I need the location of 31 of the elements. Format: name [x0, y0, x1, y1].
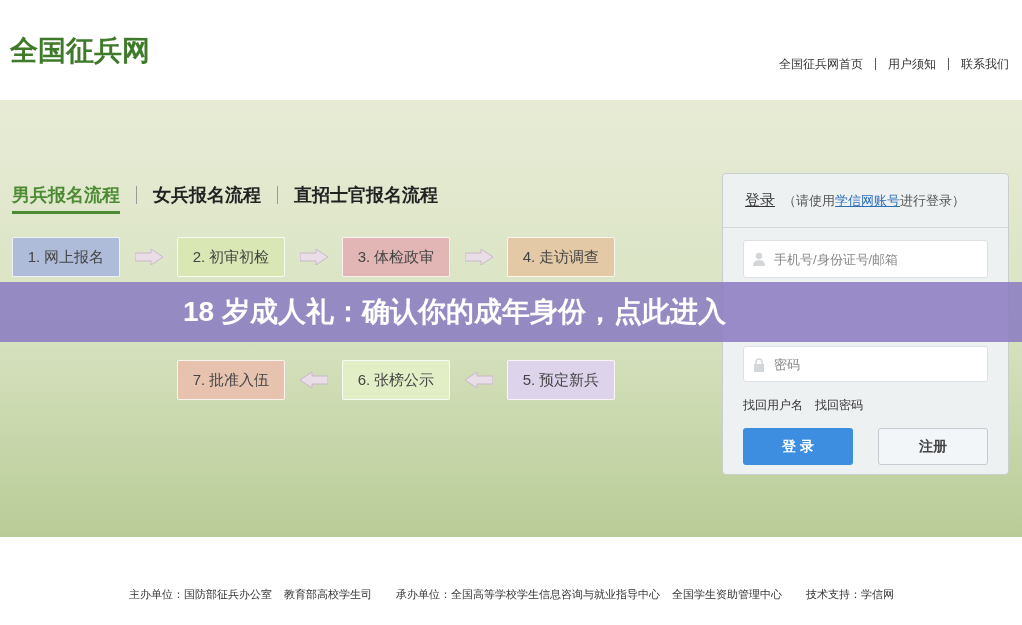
password-field[interactable]: 密码 — [743, 346, 988, 382]
recover-link[interactable]: 找回密码 — [815, 396, 863, 414]
step-box: 4. 走访调查 — [507, 237, 615, 277]
recover-link[interactable]: 找回用户名 — [743, 396, 803, 414]
nav-link[interactable]: 联系我们 — [961, 55, 1009, 73]
step-box: 2. 初审初检 — [177, 237, 285, 277]
login-title: 登录 — [745, 190, 775, 211]
arrow-icon — [464, 249, 493, 265]
arrow-icon — [299, 372, 328, 388]
register-button[interactable]: 注册 — [878, 428, 988, 465]
account-link[interactable]: 学信网账号 — [835, 192, 900, 208]
step-box: 5. 预定新兵 — [507, 360, 615, 400]
footer-text: 全国学生资助管理中心 — [671, 587, 782, 602]
username-field[interactable]: 手机号/身份证号/邮箱 — [743, 240, 988, 278]
step-box: 6. 张榜公示 — [342, 360, 450, 400]
step-box: 3. 体检政审 — [342, 237, 450, 277]
site-logo[interactable]: 全国征兵网 — [10, 34, 150, 68]
nav-link[interactable]: 用户须知 — [888, 55, 936, 73]
arrow-icon — [134, 249, 163, 265]
footer-text: 教育部高校学生司 — [283, 587, 372, 602]
arrow-icon — [299, 249, 328, 265]
nav-link[interactable]: 全国征兵网首页 — [779, 55, 863, 73]
footer-text: 主办单位：国防部征兵办公室 — [128, 587, 272, 602]
arrow-icon — [464, 372, 493, 388]
footer-text: 技术支持：学信网 — [805, 587, 894, 602]
step-box: 1. 网上报名 — [12, 237, 120, 277]
step-box: 7. 批准入伍 — [177, 360, 285, 400]
login-hint: （请使用学信网账号进行登录） — [783, 191, 965, 210]
footer-text: 承办单位：全国高等学校学生信息咨询与就业指导中心 — [395, 587, 660, 602]
process-tab[interactable]: 女兵报名流程 — [153, 176, 261, 214]
process-tab[interactable]: 直招士官报名流程 — [294, 176, 438, 214]
